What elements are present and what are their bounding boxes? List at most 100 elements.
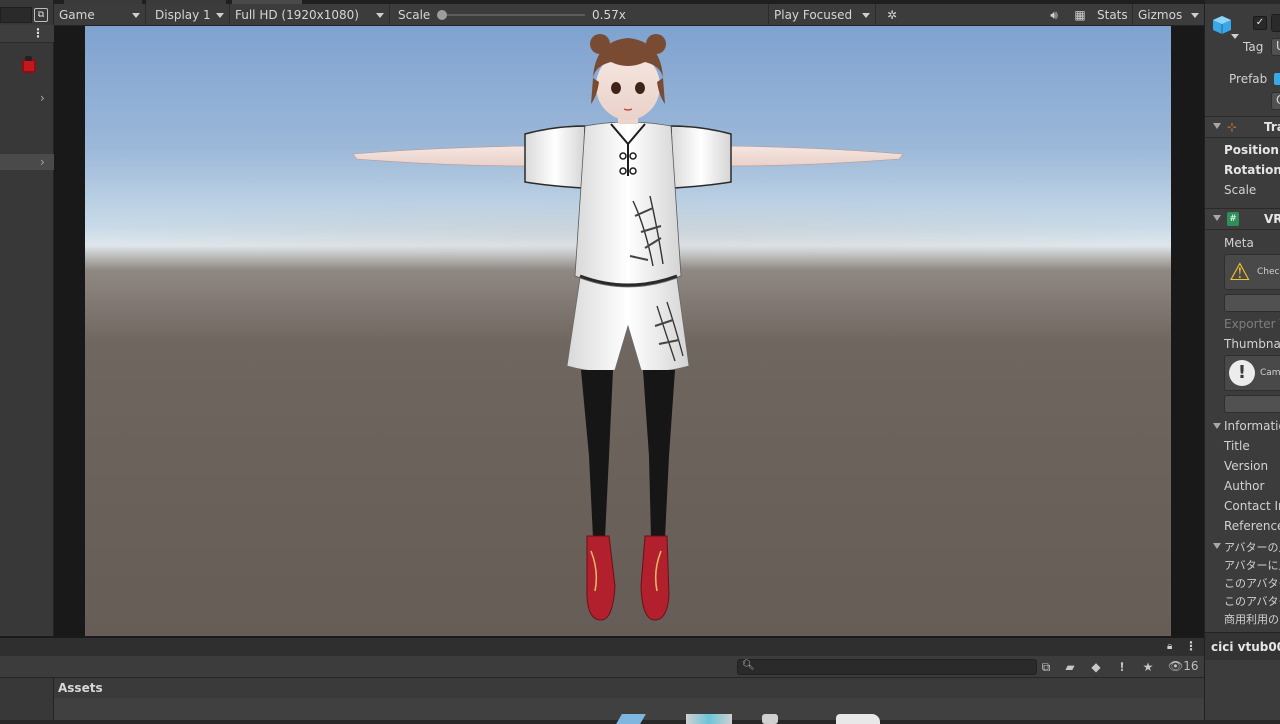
transform-title: Tra [1264,120,1280,134]
resolution-label: Full HD (1920x1080) [235,8,359,22]
lock-icon[interactable]: 🔒︎ [1167,641,1177,653]
view-mode-label: Game [59,8,95,22]
permission-label-4: 商用利用の [1224,613,1279,626]
hierarchy-search-input[interactable] [0,7,32,23]
inspector-preview-area [1205,660,1280,720]
transform-icon: ⊹ [1227,120,1238,134]
asset-thumbnail[interactable] [686,714,732,724]
tag-dropdown[interactable]: U [1271,38,1280,56]
hierarchy-header: ⋮ [0,25,54,43]
warning-icon: ⚠︎ [1229,258,1251,286]
tag-label: Tag [1243,40,1264,54]
foldout-arrow-icon [1213,123,1221,129]
scale-slider[interactable] [437,10,585,20]
scale-label: Scale [398,8,431,22]
dropdown-arrow-icon [132,13,140,18]
keyboard-shortcuts-icon[interactable]: ▦ [1072,7,1088,23]
inspector-panel: ✓ Tag U Prefab O ⊹ Tra Position Rotation… [1204,0,1280,720]
gizmos-dropdown[interactable]: Gizmos [1132,4,1204,26]
foldout-arrow-icon[interactable] [1213,423,1221,429]
display-dropdown[interactable]: Display 1 [150,4,230,26]
thumbnail-label: Thumbnail [1224,337,1280,351]
meta-object-field[interactable] [1224,294,1280,312]
filter-by-label-icon[interactable]: ◆ [1088,659,1104,675]
hidden-packages-toggle[interactable]: 👁︎16 [1168,659,1199,673]
permission-label-3: このアバターを [1224,595,1280,608]
play-mode-dropdown[interactable]: Play Focused [768,4,876,26]
favorite-star-icon[interactable]: ★ [1140,659,1156,675]
panel-menu-icon[interactable]: ⋮ [1185,639,1197,653]
expand-chevron-icon[interactable]: › [40,91,45,105]
display-label: Display 1 [155,8,211,22]
foldout-arrow-icon [1213,215,1221,221]
permission-label-2: このアバターを [1224,577,1280,590]
inspector-preview-bar: cici vtub002 [1205,632,1280,660]
project-folder-tree [0,678,54,720]
game-viewport[interactable] [85,26,1171,636]
warning-help-box: ⚠︎ Chec [1224,254,1280,290]
project-search-input[interactable]: 🔍︎ [737,659,1037,675]
asset-thumbnail[interactable] [616,714,646,724]
permission-label-1: アバターに人 [1224,559,1280,572]
inspector-tab-strip [1205,0,1280,4]
info-text: Cam [1260,368,1280,378]
avatar-permission-foldout[interactable]: アバターの人 [1224,539,1280,555]
active-checkbox[interactable]: ✓ [1253,16,1267,30]
warning-filter-icon[interactable]: ❗︎ [1114,659,1130,675]
view-mode-dropdown[interactable]: Game [54,4,146,26]
exporter-version-label: Exporter V [1224,317,1280,331]
prefab-open-button[interactable]: O [1271,92,1280,110]
thumbnail-object-field[interactable] [1224,395,1280,413]
gameobject-name-input[interactable] [1271,14,1280,32]
tag-value: U [1276,39,1280,53]
panel-divider-bar: 🔒︎ ⋮ [0,636,1204,656]
rotation-label: Rotation [1224,163,1280,177]
scale-slider-thumb[interactable] [437,10,447,20]
hierarchy-selected-row[interactable] [0,154,54,170]
assets-breadcrumb: Assets [54,678,1204,698]
frame-debugger-bug-icon[interactable]: ✲ [884,7,900,23]
dropdown-arrow-icon [216,13,224,18]
script-icon: # [1227,212,1239,226]
avatar-character [352,34,904,621]
prefab-icon [1274,73,1280,85]
assets-grid [54,698,1204,724]
filter-by-type-icon[interactable]: ▰ [1062,659,1078,675]
game-view-toolbar: Game Display 1 Full HD (1920x1080) Scale… [54,4,1204,26]
hierarchy-maximize-icon[interactable]: ⧉ [34,8,48,22]
warning-text: Chec [1257,267,1280,277]
stats-button[interactable]: Stats [1092,4,1132,26]
expand-chevron-icon[interactable]: › [40,155,45,169]
version-label: Version [1224,459,1269,473]
scene-icon [22,56,36,73]
resolution-dropdown[interactable]: Full HD (1920x1080) [230,4,390,26]
icon-dropdown-arrow[interactable] [1231,34,1239,39]
dropdown-arrow-icon [376,13,384,18]
prefab-label: Prefab [1229,72,1268,86]
reference-label: Reference [1224,519,1280,533]
foldout-arrow-icon[interactable] [1213,543,1221,549]
position-label: Position [1224,143,1279,157]
asset-thumbnail[interactable] [836,714,880,724]
asset-thumbnail[interactable] [762,714,778,724]
author-label: Author [1224,479,1265,493]
gizmos-label: Gizmos [1138,8,1183,22]
scale-value: 0.57x [592,8,626,22]
dropdown-arrow-icon [1191,13,1199,18]
play-mode-label: Play Focused [774,8,853,22]
audio-mute-icon[interactable]: 🔊︎ [1046,7,1062,23]
vrm-title: VR [1264,212,1280,226]
assets-label[interactable]: Assets [58,681,103,695]
selected-object-name: cici vtub002 [1211,640,1280,654]
hierarchy-menu-icon[interactable]: ⋮ [32,26,44,40]
information-foldout[interactable]: Informatio [1224,419,1280,433]
search-scope-icon[interactable]: ⧉ [1038,659,1054,675]
scale-label: Scale [1224,183,1257,197]
project-toolbar: 🔍︎ ⧉ ▰ ◆ ❗︎ ★ 👁︎16 [0,656,1204,678]
info-icon: ! [1229,360,1255,386]
dropdown-arrow-icon [862,13,870,18]
gameobject-cube-icon [1213,16,1231,34]
vrm-meta-component-header[interactable]: # VR [1205,208,1280,230]
prefab-open-label: O [1276,93,1280,107]
transform-component-header[interactable]: ⊹ Tra [1205,116,1280,138]
